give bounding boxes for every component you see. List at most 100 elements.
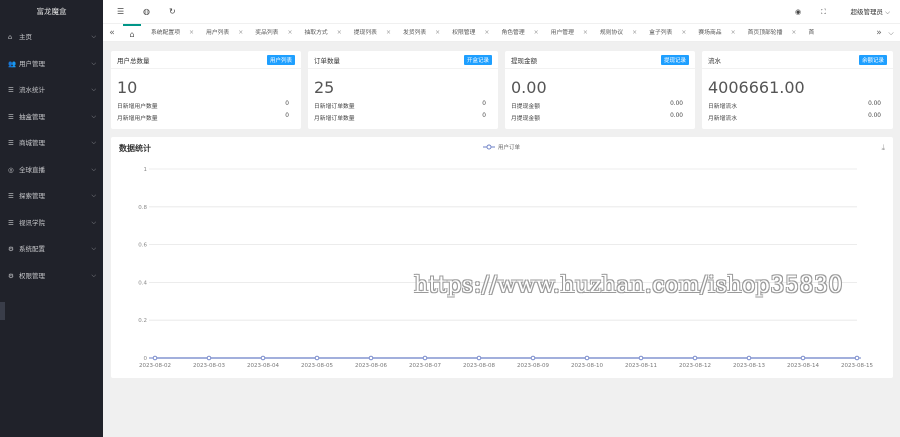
sidebar-item-label: 抽盒管理 [19,112,45,121]
close-icon[interactable]: × [386,29,391,36]
close-icon[interactable]: × [583,29,588,36]
users-icon: 👥 [8,59,17,68]
sidebar-item-6[interactable]: ☰ 探索管理 ⌵ [0,183,103,210]
tab-label: 权限管理 [452,30,476,36]
tab-8[interactable]: 用户管理 × [543,24,592,41]
top-header: ☰ ◍ ↻ ◉ ⛶ 超级管理员 ⌵ [103,0,900,24]
stat-card-link-badge[interactable]: 提现记录 [660,55,689,65]
close-icon[interactable]: × [681,29,686,36]
stat-card-value: 10 [117,78,138,97]
stat-card-title: 流水 [708,57,721,65]
close-icon[interactable]: × [632,29,637,36]
user-name: 超级管理员 [850,8,884,16]
chevron-down-icon: ⌵ [883,8,890,16]
x-tick-label: 2023-08-11 [625,363,657,369]
tab-9[interactable]: 规则协议 × [592,24,641,41]
sidebar-collapse-handle[interactable] [0,302,5,320]
sidebar-item-label: 探索管理 [19,192,45,200]
stat-card-row: 月新增用户数量 0 [117,113,289,122]
eye-icon[interactable]: ◉ [795,0,801,24]
tab-label: 赛场商品 [698,30,722,36]
sidebar-item-7[interactable]: ☰ 视讯学院 ⌵ [0,210,103,237]
y-tick-label: 0.6 [138,243,147,249]
stat-row-value: 0.00 [670,113,683,119]
close-icon[interactable]: × [238,29,243,36]
data-point [530,355,536,361]
tab-5[interactable]: 发货列表 × [395,24,444,41]
close-icon[interactable]: × [484,29,489,36]
stat-card-row: 日新增用户数量 0 [117,101,289,110]
tabs-dropdown-icon[interactable]: ⌵ [884,24,898,41]
stat-row-value: 0.00 [868,113,881,119]
x-tick-label: 2023-08-12 [679,363,711,369]
tab-10[interactable]: 盒子列表 × [641,24,690,41]
divider [308,68,498,69]
sidebar-item-2[interactable]: ☰ 流水统计 ⌵ [0,77,103,104]
sidebar-item-9[interactable]: ⚙ 权限管理 ⌵ [0,263,103,290]
user-menu[interactable]: 超级管理员 ⌵ [851,0,891,24]
sidebar-item-label: 用户管理 [19,59,45,68]
tab-label: 奖品列表 [255,30,279,36]
data-point [260,355,266,361]
sidebar-item-4[interactable]: ☰ 商城管理 ⌵ [0,130,103,157]
download-icon[interactable]: ⤓ [881,143,885,153]
sidebar-item-label: 系统配置 [19,245,45,253]
stat-row-label: 日提现金额 [511,104,540,110]
sidebar-item-5[interactable]: ◎ 全球直播 ⌵ [0,157,103,184]
data-point [692,355,698,361]
sidebar-item-0[interactable]: ⌂ 主页 ⌵ [0,24,103,51]
stat-row-label: 月新增流水 [708,116,737,122]
tab-13[interactable]: 首 [800,24,818,41]
tab-11[interactable]: 赛场商品 × [690,24,739,41]
tab-label: 角色管理 [501,30,525,36]
chevron-down-icon: ⌵ [91,245,96,252]
stat-card: 提现金额 提现记录 0.00 日提现金额 0.00 月提现金额 0.00 [505,51,695,129]
tab-12[interactable]: 首页顶部轮播 × [740,24,801,41]
tab-3[interactable]: 抽取方式 × [297,24,346,41]
close-icon[interactable]: × [731,29,736,36]
data-point [800,355,806,361]
stat-card-link-badge[interactable]: 用户列表 [266,55,295,65]
stat-card-value: 4006661.00 [708,78,805,97]
stat-card-link-badge[interactable]: 余额记录 [858,55,887,65]
stat-card-link-badge[interactable]: 开盒记录 [463,55,492,65]
tab-0[interactable]: 系统配置项 × [143,24,198,41]
globe-icon: ◎ [8,165,14,174]
close-icon[interactable]: × [435,29,440,36]
refresh-icon[interactable]: ↻ [169,0,176,24]
stat-card-row: 日新增订单数量 0 [314,101,486,110]
globe-icon[interactable]: ◍ [143,0,150,24]
line-chart: 0 0.2 0.4 0.6 0.8 1 2023-08-02 2023-08-03 2023-0… [138,143,873,369]
menu-toggle-icon[interactable]: ☰ [117,0,124,24]
close-icon[interactable]: × [791,29,796,36]
sidebar-item-label: 全球直播 [19,165,45,174]
tabs-scroll-left-icon[interactable]: « [105,24,119,41]
sidebar-item-3[interactable]: ☰ 抽盒管理 ⌵ [0,104,103,131]
close-icon[interactable]: × [337,29,342,36]
tab-home-icon[interactable]: ⌂ [123,24,141,41]
data-point [746,355,752,361]
sidebar-item-1[interactable]: 👥 用户管理 ⌵ [0,51,103,78]
chevron-down-icon: ⌵ [91,271,96,279]
tab-6[interactable]: 权限管理 × [444,24,493,41]
data-point [638,355,644,361]
tab-2[interactable]: 奖品列表 × [247,24,296,41]
sidebar-item-8[interactable]: ⚙ 系统配置 ⌵ [0,236,103,263]
tab-label: 抽取方式 [304,30,328,36]
tab-label: 用户列表 [206,30,230,36]
close-icon[interactable]: × [189,29,194,36]
close-icon[interactable]: × [287,29,292,36]
stat-row-value: 0 [285,101,289,107]
stat-card-row: 月新增流水 0.00 [708,113,881,122]
list-icon: ☰ [8,192,14,200]
chart-panel: 0 0.2 0.4 0.6 0.8 1 2023-08-02 2023-08-03 2023-0… [111,137,893,378]
sidebar-item-label: 商城管理 [19,139,45,147]
tab-4[interactable]: 提现列表 × [346,24,395,41]
chevron-down-icon: ⌵ [91,33,96,40]
stat-card-value: 25 [314,78,335,97]
fullscreen-icon[interactable]: ⛶ [821,0,826,24]
tab-1[interactable]: 用户列表 × [198,24,247,41]
close-icon[interactable]: × [534,29,539,36]
chart-panel-title: 数据统计 [119,144,151,153]
tab-7[interactable]: 角色管理 × [493,24,542,41]
